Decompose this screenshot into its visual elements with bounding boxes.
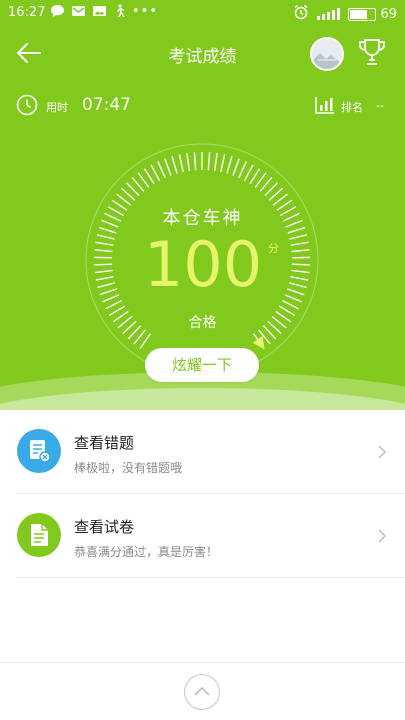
status-time: 16:27	[8, 5, 46, 20]
gauge-tick	[289, 234, 308, 240]
gauge-tick	[288, 282, 307, 289]
gauge-tick	[291, 269, 310, 274]
chevron-up-icon	[194, 686, 210, 696]
gauge-tick	[95, 241, 114, 246]
time-used-value: 07:47	[82, 95, 131, 115]
clock-icon	[16, 94, 38, 116]
gauge-tick	[254, 172, 267, 188]
gauge-tick	[157, 161, 166, 179]
alarm-icon	[293, 4, 309, 24]
gauge-tick	[186, 152, 191, 171]
gauge-tick	[143, 168, 155, 185]
chevron-right-icon	[378, 529, 387, 543]
mail-icon	[71, 4, 86, 22]
chevron-right-icon	[378, 445, 387, 459]
gauge-tick	[102, 294, 120, 303]
gauge-tick	[137, 172, 150, 188]
gauge-tick	[105, 299, 122, 310]
score-container: 100	[138, 225, 278, 305]
wrong-questions-icon	[17, 429, 61, 473]
list-item-subtitle: 恭喜满分通过，真是厉害！	[74, 545, 219, 559]
scroll-up-button[interactable]	[184, 674, 220, 710]
bottom-divider	[0, 662, 405, 663]
paper-icon	[17, 513, 61, 557]
rank-label: 排名	[341, 101, 363, 114]
time-used-label: 用时	[46, 101, 68, 114]
gauge-tick	[207, 152, 211, 171]
battery-icon	[348, 7, 377, 21]
list-item-title: 查看试卷	[74, 518, 135, 536]
message-icon	[50, 4, 65, 22]
image-icon	[92, 4, 107, 22]
avatar[interactable]	[310, 37, 344, 71]
gauge-tick	[96, 234, 115, 240]
gauge-tick	[226, 156, 233, 174]
gauge-tick	[178, 154, 184, 173]
list-item-view-paper[interactable]: 查看试卷 恭喜满分通过，真是厉害！	[0, 494, 405, 578]
list-item-wrong-questions[interactable]: 查看错题 棒极啦，没有错题哦	[0, 410, 405, 494]
gauge-tick	[290, 241, 309, 246]
gauge-tick	[133, 329, 146, 345]
gauge-tick	[286, 288, 305, 296]
gauge-tick	[249, 168, 261, 185]
gauge-tick	[150, 164, 161, 182]
gauge-tick	[290, 276, 309, 281]
rank-value: --	[376, 99, 384, 112]
gauge-tick	[94, 249, 113, 253]
landscape-avatar-icon	[312, 39, 342, 69]
battery-level: 69	[380, 6, 397, 22]
divider	[16, 577, 405, 578]
gauge-tick	[164, 158, 172, 176]
gauge-tick	[243, 164, 254, 182]
gauge-tick	[193, 152, 197, 171]
gauge-pointer	[252, 336, 265, 350]
exam-info-row: 用时 07:47 排名 --	[0, 90, 405, 122]
gauge-tick	[95, 276, 114, 281]
navigation-bar: 考试成绩	[0, 30, 405, 76]
show-off-button[interactable]: 炫耀一下	[145, 348, 259, 382]
gauge-tick	[291, 249, 310, 253]
walking-icon	[113, 4, 126, 22]
pass-status: 合格	[188, 315, 217, 331]
gauge-tick	[171, 156, 178, 174]
gauge-tick	[94, 269, 113, 274]
gauge-tick	[94, 263, 113, 266]
page-title: 考试成绩	[168, 47, 237, 67]
list-item-title: 查看错题	[74, 434, 135, 452]
gauge-tick	[99, 288, 118, 296]
score-value: 100	[143, 228, 263, 301]
gauge-tick	[284, 294, 302, 303]
trophy-icon	[359, 39, 385, 65]
gauge-tick	[213, 152, 218, 171]
signal-icon	[317, 8, 341, 20]
score-unit: 分	[268, 242, 279, 255]
gauge-tick	[232, 158, 240, 176]
gauge-tick	[220, 154, 226, 173]
status-bar: 16:27 ••• 69	[0, 0, 405, 26]
gauge-tick	[139, 333, 151, 349]
bar-chart-icon	[315, 97, 334, 114]
gauge-tick	[97, 282, 116, 289]
trophy-button[interactable]	[356, 36, 388, 68]
more-notifications-icon: •••	[132, 4, 159, 19]
list-item-subtitle: 棒极啦，没有错题哦	[74, 461, 183, 475]
gauge-tick	[238, 161, 247, 179]
gauge-tick	[291, 263, 310, 266]
gauge-tick	[282, 299, 299, 310]
